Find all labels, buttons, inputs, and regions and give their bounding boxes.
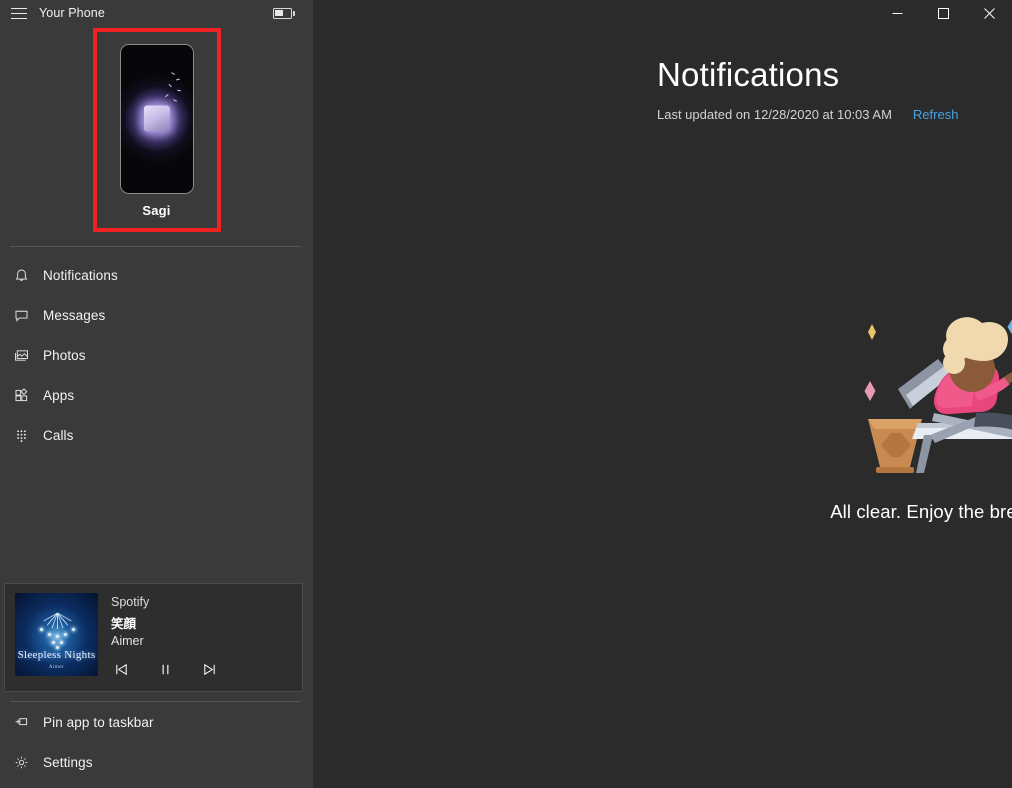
page-title: Notifications: [657, 56, 840, 93]
album-art-subtitle: Aimer: [48, 665, 65, 670]
notifications-subbar: Last updated on 12/28/2020 at 10:03 AM R…: [657, 107, 1012, 122]
sidebar-item-label: Photos: [43, 347, 86, 363]
sidebar-item-label: Notifications: [43, 267, 118, 283]
sidebar-item-label: Pin app to taskbar: [43, 714, 154, 730]
title-bar: Your Phone: [0, 0, 1012, 26]
sidebar-item-label: Messages: [43, 307, 106, 323]
minimize-button[interactable]: [874, 0, 920, 26]
media-track-title: 笑顔: [111, 617, 137, 631]
next-track-button[interactable]: [199, 659, 219, 679]
phone-thumbnail: [119, 44, 194, 194]
sidebar-bottom-nav: Pin app to taskbar Settings: [0, 702, 313, 788]
last-updated-text: Last updated on 12/28/2020 at 10:03 AM: [657, 107, 892, 122]
media-controls: [111, 659, 219, 679]
sidebar-item-label: Apps: [43, 387, 75, 403]
media-artist: Aimer: [111, 634, 144, 648]
previous-track-button[interactable]: [111, 659, 131, 679]
device-section: Sagi: [0, 28, 313, 232]
sidebar: Sagi Notifications Messages Photos Apps …: [0, 0, 313, 788]
media-app-name: Spotify: [111, 595, 150, 609]
sidebar-item-apps[interactable]: Apps: [0, 375, 313, 415]
sidebar-item-label: Settings: [43, 754, 93, 770]
album-art-title: Sleepless Nights: [17, 649, 96, 661]
sidebar-divider-top: [10, 246, 301, 247]
media-player[interactable]: Sleepless Nights Aimer Spotify 笑顔 Aimer: [4, 583, 303, 692]
refresh-link[interactable]: Refresh: [913, 107, 959, 122]
apps-grid-icon: [6, 387, 36, 404]
maximize-button[interactable]: [920, 0, 966, 26]
pin-icon: [6, 714, 36, 731]
chat-bubble-icon: [6, 307, 36, 324]
sidebar-nav: Notifications Messages Photos Apps Calls: [0, 255, 313, 455]
photo-icon: [6, 347, 36, 364]
app-title: Your Phone: [39, 6, 105, 20]
dialpad-icon: [6, 427, 36, 444]
empty-state-text: All clear. Enjoy the breathing room.: [830, 501, 1012, 522]
sidebar-item-label: Calls: [43, 427, 74, 443]
sidebar-item-messages[interactable]: Messages: [0, 295, 313, 335]
device-card-sagi[interactable]: Sagi: [92, 28, 221, 232]
close-button[interactable]: [966, 0, 1012, 26]
sidebar-item-notifications[interactable]: Notifications: [0, 255, 313, 295]
gear-icon: [6, 754, 36, 771]
sidebar-item-pin-app-to-taskbar[interactable]: Pin app to taskbar: [0, 702, 313, 742]
bell-icon: [6, 267, 36, 284]
person-relaxing-on-lounge-chair-illustration: [864, 317, 1012, 473]
your-phone-app: Your Phone Sagi Notifications Messages P…: [0, 0, 1012, 788]
media-info: Spotify 笑顔 Aimer: [111, 593, 219, 679]
album-art: Sleepless Nights Aimer: [15, 593, 98, 676]
battery-half-icon: [273, 7, 295, 19]
hamburger-icon[interactable]: [0, 0, 38, 26]
sidebar-item-photos[interactable]: Photos: [0, 335, 313, 375]
pause-button[interactable]: [155, 659, 175, 679]
sidebar-item-settings[interactable]: Settings: [0, 742, 313, 782]
sidebar-item-calls[interactable]: Calls: [0, 415, 313, 455]
window-controls: [313, 0, 1012, 26]
device-name: Sagi: [142, 203, 171, 218]
title-bar-left: Your Phone: [0, 0, 313, 26]
main-content: Notifications Last updated on 12/28/2020…: [313, 0, 1012, 788]
